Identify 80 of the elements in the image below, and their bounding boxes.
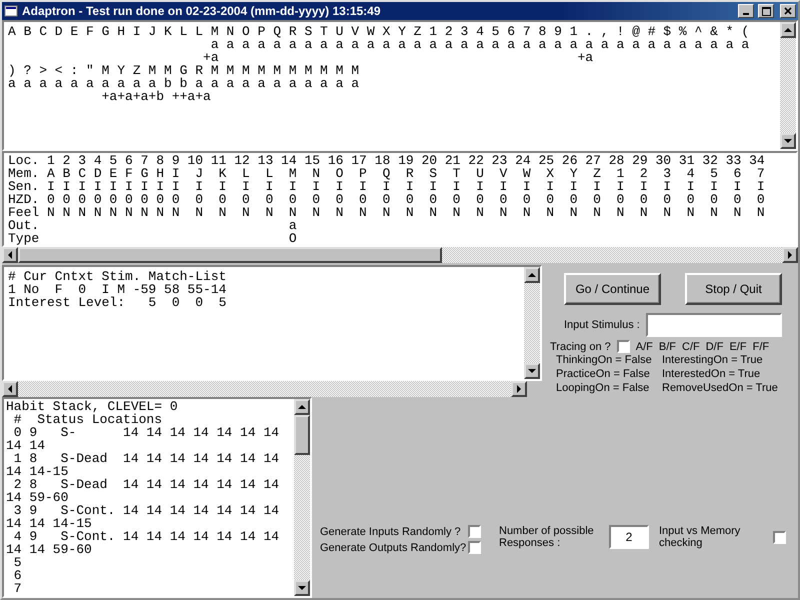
checkbox-label: Tracing on ? <box>550 340 611 352</box>
trace-option: C/F <box>682 340 700 352</box>
output-line: 14 14 <box>6 439 46 452</box>
output-line: 4 9 S-Cont. 14 14 14 14 14 14 14 <box>12 530 280 543</box>
status-text: InterestedOn = True <box>662 367 762 381</box>
minimize-button[interactable] <box>738 4 754 18</box>
output-line: 6 <box>12 569 22 582</box>
scrollbar-thumb[interactable] <box>18 247 442 263</box>
up-arrow-icon <box>528 273 536 277</box>
output-line: # Cur Cntxt Stim. Match-List <box>8 270 226 283</box>
output-line: +a +a <box>202 51 594 64</box>
horizontal-scrollbar[interactable] <box>2 247 798 263</box>
trace-option: F/F <box>752 340 770 352</box>
status-text: RemoveUsedOn = True <box>662 381 778 395</box>
left-arrow-icon <box>8 251 12 259</box>
trace-option: A/F <box>636 340 653 352</box>
output-line: 14 14 14-15 <box>6 517 92 530</box>
output-line: 14 59-60 <box>6 491 68 504</box>
trace-option: B/F <box>658 340 676 352</box>
down-arrow-icon <box>784 138 792 143</box>
checkbox-label: Generate Inputs Randomly ? <box>320 526 462 538</box>
window-title: Adaptron - Test run done on 02-23-2004 (mm-dd-yyyy) 13:15:49 <box>22 4 382 18</box>
output-line: Interest Level: 5 0 0 5 <box>8 296 226 309</box>
status-text: InterestingOn = True <box>662 353 764 367</box>
trace-option: E/F <box>729 340 747 352</box>
output-line: Feel N N N N N N N N N N N N N N N N N N N N N N N N N N N N N N N N N N <box>8 206 765 219</box>
output-line: 1 8 S-Dead 14 14 14 14 14 14 14 <box>12 452 280 465</box>
up-arrow-icon <box>298 405 306 409</box>
input-field[interactable] <box>646 313 782 337</box>
left-arrow-icon <box>8 385 12 393</box>
checkbox[interactable] <box>468 525 481 538</box>
output-line: Type O <box>8 232 297 245</box>
status-text: LoopingOn = False <box>556 381 650 395</box>
close-button[interactable] <box>780 4 796 18</box>
field-label: Number of possible Responses : <box>499 525 595 549</box>
maximize-icon <box>762 6 770 16</box>
output-line: a a a a a a a a a a b b a a a a a a a a a a a <box>8 77 360 90</box>
command-button[interactable]: Go / Continue <box>564 273 661 305</box>
output-line: Mem. A B C D E F G H I J K L L M N O P Q R S T U V W X Y Z 1 2 3 4 5 6 7 <box>8 166 765 180</box>
checkbox-label: Input vs Memory checking <box>659 525 742 549</box>
close-icon <box>784 7 792 15</box>
field-label: Input Stimulus : <box>564 319 640 331</box>
right-arrow-icon <box>788 251 792 259</box>
vertical-scrollbar[interactable] <box>294 399 310 596</box>
responses-field[interactable]: 2 <box>609 525 649 549</box>
output-line: a a a a a a a a a a a a a a a a a a a a a a a a a a a a a a a a a a a <box>210 38 750 51</box>
scrollbar-thumb[interactable] <box>294 415 310 455</box>
output-line: Out. a <box>8 218 297 232</box>
output-line: 1 No F 0 I M -59 58 55-14 <box>8 283 226 296</box>
trace-option: D/F <box>706 340 724 352</box>
checkbox[interactable] <box>616 340 630 353</box>
maximize-button[interactable] <box>758 4 774 18</box>
up-arrow-icon <box>784 28 792 32</box>
output-line: Habit Stack, CLEVEL= 0 <box>6 400 178 413</box>
output-line: 2 8 S-Dead 14 14 14 14 14 14 14 <box>12 478 280 491</box>
output-line: 5 <box>12 556 22 569</box>
output-line: 3 9 S-Cont. 14 14 14 14 14 14 14 <box>12 504 280 517</box>
checkbox[interactable] <box>468 541 481 554</box>
right-arrow-icon <box>517 385 521 393</box>
output-line: # Status Locations <box>12 413 162 426</box>
down-arrow-icon <box>528 369 536 373</box>
vertical-scrollbar[interactable] <box>524 267 540 379</box>
output-line: ) ? > < : " M Y Z M M G R M M M M M M M M M M <box>8 64 360 77</box>
vertical-scrollbar[interactable] <box>780 22 796 149</box>
down-arrow-icon <box>298 586 306 590</box>
window-icon <box>4 4 18 18</box>
command-button[interactable]: Stop / Quit <box>685 273 782 305</box>
status-text: PracticeOn = False <box>556 367 651 381</box>
output-line: HZD. 0 0 0 0 0 0 0 0 0 0 0 0 0 0 0 0 0 0 0 0 0 0 0 0 0 0 0 0 0 0 0 0 0 0 <box>8 192 765 206</box>
output-line: +a+a+a+b ++a+a <box>100 90 211 103</box>
output-line: 7 <box>12 582 22 595</box>
horizontal-scrollbar[interactable] <box>2 381 527 397</box>
output-line: A B C D E F G H I J K L L M N O P Q R S T U V W X Y Z 1 2 3 4 5 6 7 8 9 1 . , ! @ # $ % ^ & * ( <box>8 25 750 38</box>
output-line: 14 14 59-60 <box>6 543 92 556</box>
output-line: 14 14-15 <box>6 465 68 478</box>
output-line: Loc. 1 2 3 4 5 6 7 8 9 10 11 12 13 14 15 16 17 18 19 20 21 22 23 24 25 26 27 28 29 30 31 32 33 34 <box>8 154 765 167</box>
output-line: 0 9 S- 14 14 14 14 14 14 14 <box>12 426 280 439</box>
status-text: ThinkingOn = False <box>556 353 653 367</box>
checkbox[interactable] <box>773 531 786 544</box>
output-line: Sen. I I I I I I I I I I I I I I I I I I I I I I I I I I I I I I I I I I <box>8 180 765 193</box>
